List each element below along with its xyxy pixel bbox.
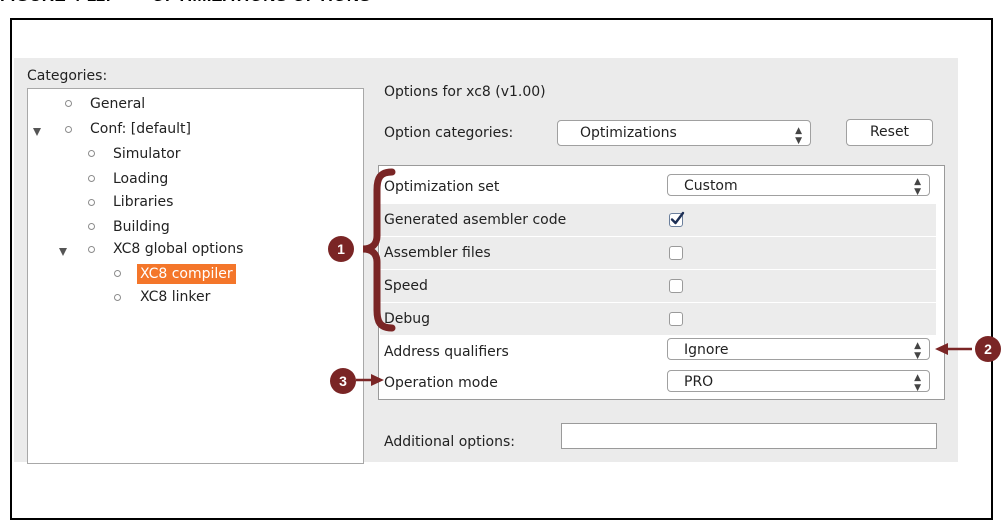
curly-brace-icon [362,168,396,332]
callout-badge-3: 3 [330,368,356,394]
arrowhead-icon [935,343,948,355]
callout-badge-1: 1 [328,236,354,262]
callout-badge-2: 2 [975,336,1001,362]
annotation-overlay [356,168,972,386]
arrowhead-icon [371,374,384,386]
